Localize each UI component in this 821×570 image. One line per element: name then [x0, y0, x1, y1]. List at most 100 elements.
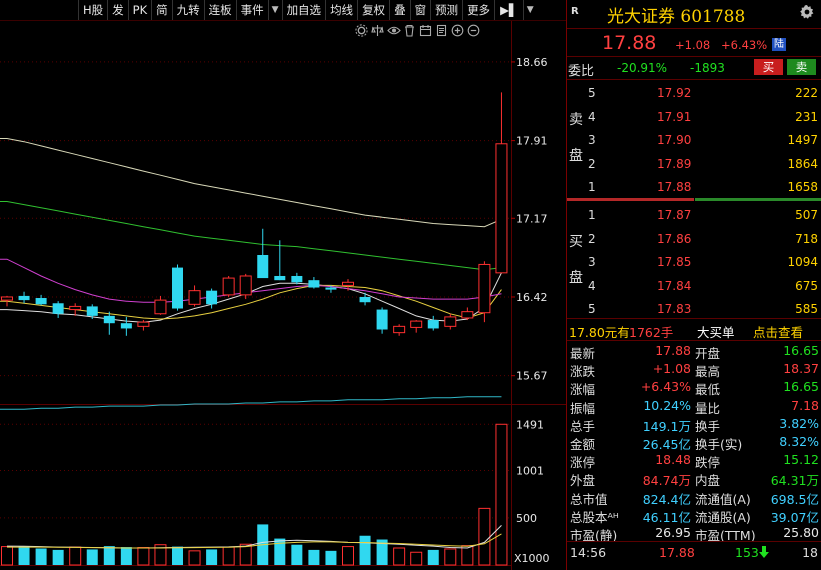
volume-bar: [393, 547, 406, 566]
volume-bar: [52, 549, 64, 565]
stat-value: 15.12: [783, 452, 819, 468]
sell-book-level: 1: [588, 180, 596, 194]
big-order-row[interactable]: 17.80元有 1762手 大买单 点击查看: [567, 319, 821, 341]
quote-divider: [567, 56, 821, 57]
candle-body: [239, 275, 252, 296]
candle-body: [1, 296, 13, 301]
stat-label: 最高: [695, 364, 721, 380]
sell-book-row[interactable]: 2 17.89 1864: [567, 153, 821, 175]
stat-label: 振幅: [570, 400, 596, 416]
candle-body: [69, 305, 82, 311]
stat-label: 总股本ᴬᴴ: [570, 509, 619, 525]
sell-book-price: 17.92: [657, 86, 692, 100]
price-tick-label: 17.17: [516, 212, 548, 225]
sell-button[interactable]: 卖: [787, 59, 816, 75]
stats-divider: [567, 541, 821, 542]
sell-book-price: 17.90: [657, 133, 692, 147]
header-divider: [567, 28, 821, 29]
buy-book-row[interactable]: 3 17.85 1094: [567, 251, 821, 273]
sell-book-row[interactable]: 1 17.88 1658: [567, 176, 821, 198]
volume-bar: [495, 423, 508, 566]
stat-value: 26.95: [655, 525, 691, 540]
stat-label: 内盘: [695, 473, 721, 489]
stat-label: 换手: [695, 418, 721, 434]
buy-book-volume: 1094: [787, 255, 818, 269]
candle-body: [154, 299, 167, 315]
sell-book-row[interactable]: 3 17.90 1497: [567, 129, 821, 151]
candle-body: [461, 311, 474, 319]
candle-body: [52, 303, 64, 314]
candle-body: [172, 267, 183, 309]
candle-body: [222, 277, 235, 296]
stat-row: 振幅 10.24% 量比 7.18: [567, 397, 821, 416]
price-tick-label: 16.42: [516, 291, 548, 304]
stat-row: 市盈(静) 26.95 市盈(TTM) 25.80: [567, 524, 821, 543]
stat-label: 金额: [570, 437, 596, 452]
stat-value: 26.45亿: [642, 437, 691, 452]
buy-book-level: 4: [588, 278, 596, 293]
stat-value: 25.80: [783, 525, 819, 540]
stat-label: 最新: [570, 346, 596, 361]
volume-bar: [222, 546, 235, 566]
stat-label: 总市值: [570, 491, 608, 507]
stat-label: 涨幅: [570, 382, 596, 398]
ma-line-cyan: [0, 396, 502, 410]
buy-book-price: 17.86: [657, 231, 692, 246]
gear-icon[interactable]: [799, 4, 815, 24]
chart-panel[interactable]: H股 发 PK 简 九转 连板 事件 ▼ 加自选 均线 复权 叠 窗 预测 更多…: [0, 0, 566, 570]
sell-book-row[interactable]: 5 17.92 222: [567, 82, 821, 104]
sell-book-volume: 231: [795, 109, 818, 124]
volume-bar: [444, 548, 457, 566]
stat-row: 最新 17.88 开盘 16.65: [567, 342, 821, 361]
volume-bar: [18, 546, 30, 565]
stat-value: 16.65: [783, 343, 819, 358]
stat-value: 149.1万: [642, 418, 691, 434]
tick-time: 14:56: [570, 545, 607, 560]
buy-book-row[interactable]: 4 17.84 675: [567, 275, 821, 297]
buy-book-volume: 718: [795, 231, 818, 246]
candle-body: [206, 290, 218, 305]
candle-body: [393, 325, 406, 334]
stat-value: 824.4亿: [642, 491, 691, 507]
last-price: 17.88: [602, 32, 657, 54]
stat-label: 流通股(A): [695, 509, 751, 525]
volume-bar: [120, 547, 132, 565]
candle-body: [376, 309, 388, 330]
buy-book-volume: 585: [795, 302, 818, 316]
buy-order-book: 买 盘 1 17.87 507 2 17.86 718 3 17.85 1094 4 17.84 67…: [567, 202, 821, 318]
sell-book-price: 17.91: [657, 109, 692, 124]
buy-button[interactable]: 买: [754, 59, 783, 75]
buy-book-level: 2: [588, 231, 596, 246]
stat-label: 跌停: [695, 455, 721, 471]
candlestick-chart[interactable]: 18.66 17.91 17.17 16.42 15.67 1491 1001 500 X100…: [0, 0, 566, 570]
buy-book-row[interactable]: 2 17.86 718: [567, 228, 821, 250]
buy-book-level: 5: [588, 302, 596, 316]
volume-bar: [69, 546, 82, 566]
stat-label: 最低: [695, 382, 721, 398]
sell-book-row[interactable]: 4 17.91 231: [567, 106, 821, 128]
stat-value: 17.88: [655, 343, 691, 358]
volume-bar: [1, 546, 13, 566]
sell-book-level: 2: [588, 156, 596, 171]
stat-label: 量比: [695, 400, 721, 416]
buy-book-price: 17.87: [657, 208, 692, 222]
stat-row: 金额 26.45亿 换手(实) 8.32%: [567, 433, 821, 452]
candle-body: [257, 254, 269, 279]
stat-label: 总手: [570, 418, 596, 434]
candle-body: [18, 295, 30, 301]
buy-book-row[interactable]: 5 17.83 585: [567, 298, 821, 320]
sell-book-volume: 1658: [787, 180, 818, 194]
stat-value: +6.43%: [640, 379, 691, 395]
volume-unit-label: X1000: [514, 552, 550, 565]
view-more-link[interactable]: 点击查看: [753, 322, 803, 341]
big-order-price: 17.80元有: [569, 325, 630, 340]
sell-book-volume: 1864: [787, 156, 818, 171]
volume-bar: [206, 549, 218, 565]
big-order-label: 大买单: [697, 325, 735, 340]
buy-book-row[interactable]: 1 17.87 507: [567, 204, 821, 226]
stat-value: 18.48: [655, 452, 691, 468]
quote-panel: R 光大证券 601788 17.88 +1.08 +6.43% 陆 委比 -2…: [566, 0, 821, 570]
volume-tick-label: 1491: [516, 418, 544, 431]
stock-name: 光大证券 601788: [607, 7, 746, 27]
sell-book-volume: 1497: [787, 133, 818, 147]
